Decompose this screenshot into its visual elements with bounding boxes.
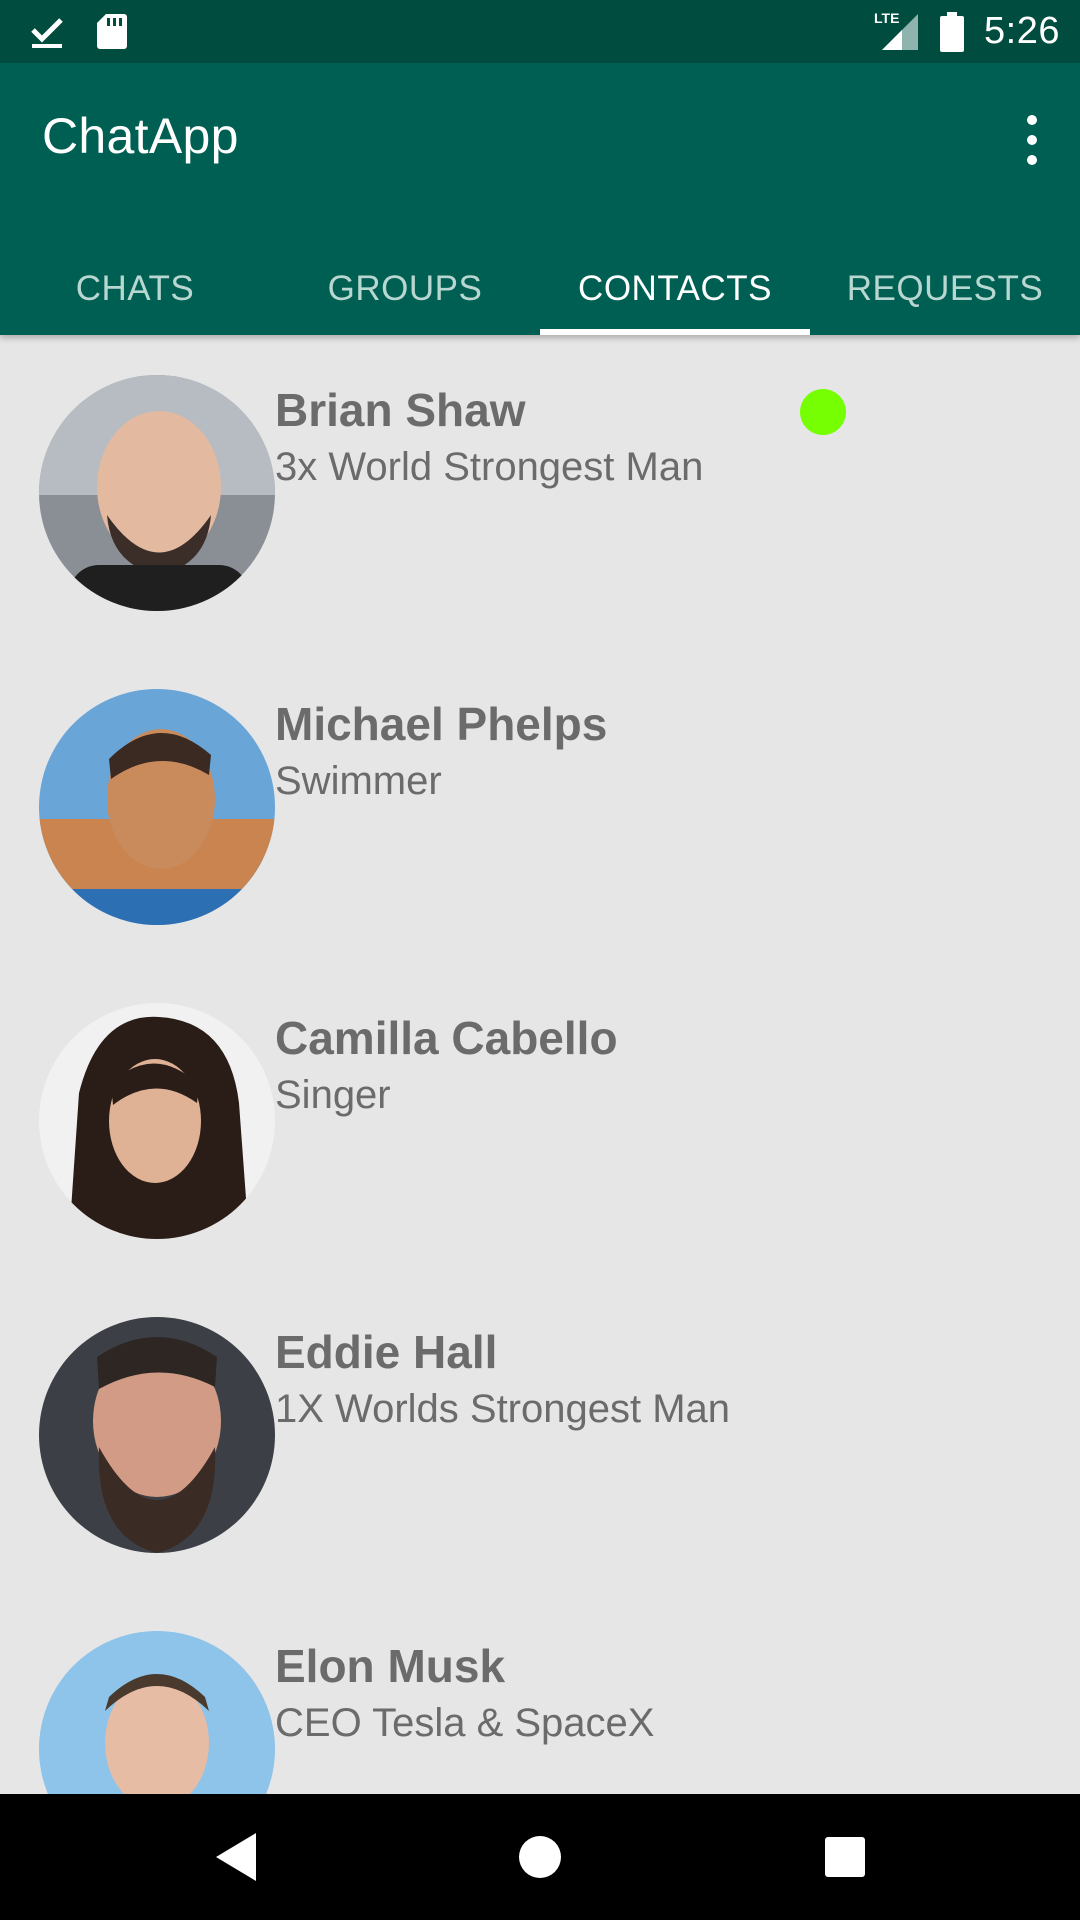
avatar bbox=[39, 1003, 275, 1239]
contact-name: Elon Musk bbox=[275, 1640, 506, 1692]
sd-card-icon bbox=[97, 14, 127, 49]
tab-groups[interactable]: GROUPS bbox=[270, 243, 540, 335]
more-vert-icon[interactable] bbox=[1022, 115, 1042, 165]
contact-status: CEO Tesla & SpaceX bbox=[275, 1701, 655, 1745]
status-bar: LTE 5:26 bbox=[0, 0, 1080, 63]
contact-name: Michael Phelps bbox=[275, 698, 608, 750]
contact-name: Camilla Cabello bbox=[275, 1012, 618, 1064]
avatar bbox=[39, 375, 275, 611]
contact-status: 3x World Strongest Man bbox=[275, 445, 704, 489]
clock: 5:26 bbox=[984, 10, 1060, 52]
contact-name: Eddie Hall bbox=[275, 1326, 498, 1378]
tab-contacts[interactable]: CONTACTS bbox=[540, 243, 810, 335]
contact-item[interactable]: Elon Musk CEO Tesla & SpaceX bbox=[0, 1591, 1080, 1794]
contact-status: 1X Worlds Strongest Man bbox=[275, 1387, 731, 1431]
app-bar: ChatApp CHATS GROUPS CONTACTS REQUESTS bbox=[0, 63, 1080, 335]
home-icon[interactable] bbox=[480, 1794, 600, 1920]
avatar bbox=[39, 689, 275, 925]
contact-status: Singer bbox=[275, 1073, 391, 1117]
tab-chats[interactable]: CHATS bbox=[0, 243, 270, 335]
recents-icon[interactable] bbox=[785, 1794, 905, 1920]
tab-bar: CHATS GROUPS CONTACTS REQUESTS bbox=[0, 243, 1080, 335]
contact-item[interactable]: Michael Phelps Swimmer bbox=[0, 649, 1080, 963]
contact-name: Brian Shaw bbox=[275, 384, 526, 436]
avatar bbox=[39, 1317, 275, 1553]
contact-item[interactable]: Camilla Cabello Singer bbox=[0, 963, 1080, 1277]
battery-icon bbox=[940, 11, 965, 52]
app-title: ChatApp bbox=[42, 108, 239, 164]
signal-icon: LTE bbox=[874, 10, 920, 52]
avatar bbox=[39, 1631, 275, 1794]
contacts-list: Brian Shaw 3x World Strongest Man Michae… bbox=[0, 335, 1080, 1794]
online-indicator bbox=[800, 389, 846, 435]
navigation-bar bbox=[0, 1794, 1080, 1920]
contact-item[interactable]: Eddie Hall 1X Worlds Strongest Man bbox=[0, 1277, 1080, 1591]
tab-requests[interactable]: REQUESTS bbox=[810, 243, 1080, 335]
download-done-icon bbox=[31, 18, 63, 48]
contact-status: Swimmer bbox=[275, 759, 442, 803]
contact-item[interactable]: Brian Shaw 3x World Strongest Man bbox=[0, 335, 1080, 649]
back-icon[interactable] bbox=[175, 1794, 295, 1920]
